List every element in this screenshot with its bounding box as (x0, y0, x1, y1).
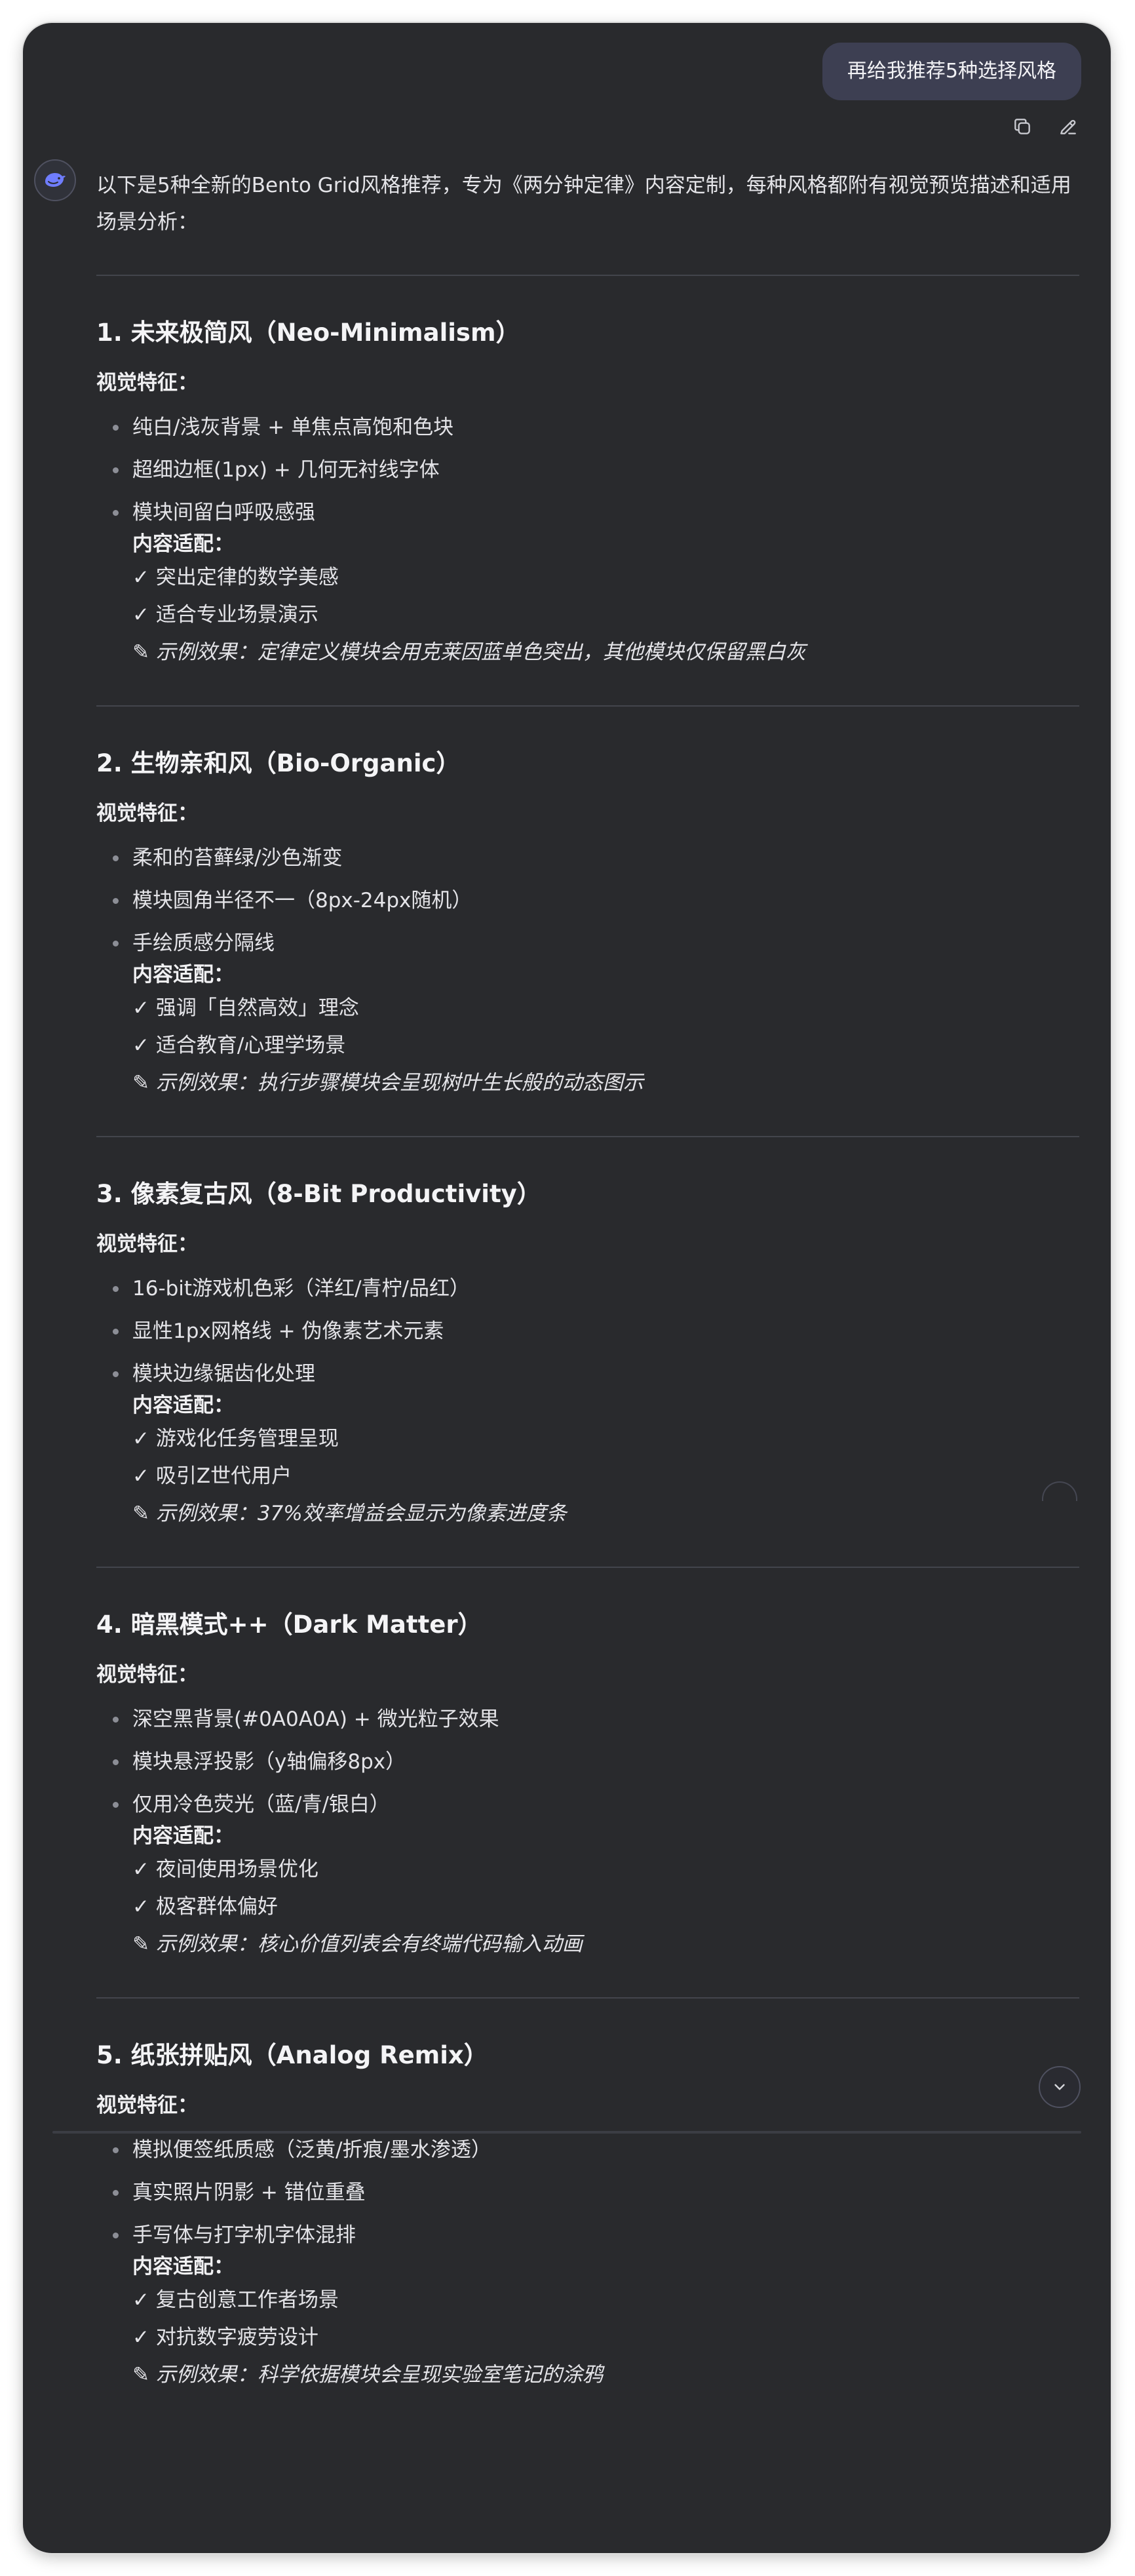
feature-list: 模拟便签纸质感（泛黄/折痕/墨水渗透） 真实照片阴影 + 错位重叠 手写体与打字机字… (96, 2135, 1079, 2250)
section-title: 1. 未来极简风（Neo-Minimalism） (96, 319, 520, 347)
section-title: 5. 纸张拼贴风（Analog Remix） (96, 2041, 488, 2069)
style-sections: 1. 未来极简风（Neo-Minimalism） 视觉特征： 纯白/浅灰背景 + 单… (96, 275, 1079, 2394)
feature-item: 模块圆角半径不一（8px-24px随机） (96, 886, 1079, 916)
feature-list: 深空黑背景(#0A0A0A) + 微光粒子效果 模块悬浮投影（y轴偏移8px） 仅用… (96, 1704, 1079, 1820)
scroll-down-button[interactable] (1039, 2066, 1081, 2108)
example-effect: ✎ 示例效果：科学依据模块会呈现实验室笔记的涂鸦 (132, 2363, 603, 2387)
style-section: 1. 未来极简风（Neo-Minimalism） 视觉特征： 纯白/浅灰背景 + 单… (96, 276, 1079, 671)
feature-item: 手写体与打字机字体混排 (96, 2220, 1079, 2250)
content-fit-item: ✓ 夜间使用场景优化 (132, 1858, 318, 1881)
content-fit-item: ✓ 复古创意工作者场景 (132, 2288, 339, 2312)
feature-item: 显性1px网格线 + 伪像素艺术元素 (96, 1316, 1079, 1346)
example-effect: ✎ 示例效果：核心价值列表会有终端代码输入动画 (132, 1932, 583, 1956)
message-actions (1009, 113, 1081, 140)
example-effect: ✎ 示例效果：37%效率增益会显示为像素进度条 (132, 1502, 567, 1525)
example-effect: ✎ 示例效果：执行步骤模块会呈现树叶生长般的动态图示 (132, 1071, 644, 1095)
edit-icon[interactable] (1055, 113, 1081, 140)
feature-list: 16-bit游戏机色彩（洋红/青柠/品红） 显性1px网格线 + 伪像素艺术元素模… (96, 1274, 1079, 1389)
content-fit-label: 内容适配： (132, 532, 234, 556)
feature-list: 柔和的苔藓绿/沙色渐变 模块圆角半径不一（8px-24px随机） 手绘质感分隔线 (96, 843, 1079, 958)
feature-list: 纯白/浅灰背景 + 单焦点高饱和色块 超细边框(1px) + 几何无衬线字体 模块间… (96, 412, 1079, 528)
assistant-avatar (34, 159, 76, 201)
content-fit-label: 内容适配： (132, 1824, 234, 1848)
content-fit-item: ✓ 突出定律的数学美感 (132, 566, 339, 589)
chat-window: 再给我推荐5种选择风格 以下是5种全新的Bento Grid风格推荐，专为《两分… (23, 23, 1111, 2553)
example-effect: ✎ 示例效果：定律定义模块会用克莱因蓝单色突出，其他模块仅保留黑白灰 (132, 640, 806, 664)
content-fit-item: ✓ 游戏化任务管理呈现 (132, 1427, 339, 1451)
assistant-response: 以下是5种全新的Bento Grid风格推荐，专为《两分钟定律》内容定制，每种风… (96, 167, 1079, 2394)
style-section: 5. 纸张拼贴风（Analog Remix） 视觉特征： 模拟便签纸质感（泛黄/折痕… (96, 1999, 1079, 2394)
section-title: 4. 暗黑模式++（Dark Matter） (96, 1610, 482, 1639)
copy-icon[interactable] (1009, 113, 1035, 140)
visual-features-label: 视觉特征： (96, 371, 198, 395)
feature-item: 模块边缘锯齿化处理 (96, 1359, 1079, 1389)
content-fit-item: ✓ 对抗数字疲劳设计 (132, 2326, 318, 2349)
content-fit-block: 内容适配： ✓ 复古创意工作者场景 ✓ 对抗数字疲劳设计 ✎ 示例效果：科学依据模块会… (96, 2252, 1079, 2394)
visual-features-label: 视觉特征： (96, 2094, 198, 2117)
feature-item: 纯白/浅灰背景 + 单焦点高饱和色块 (96, 412, 1079, 442)
content-fit-item: ✓ 吸引Z世代用户 (132, 1464, 292, 1488)
feature-item: 模块间留白呼吸感强 (96, 498, 1079, 528)
section-title: 3. 像素复古风（8-Bit Productivity） (96, 1180, 541, 1208)
content-fit-block: 内容适配： ✓ 游戏化任务管理呈现 ✓ 吸引Z世代用户 ✎ 示例效果：37%效率增益会… (96, 1390, 1079, 1532)
feature-item: 仅用冷色荧光（蓝/青/银白） (96, 1789, 1079, 1820)
feature-item: 模拟便签纸质感（泛黄/折痕/墨水渗透） (96, 2135, 1079, 2165)
section-title: 2. 生物亲和风（Bio-Organic） (96, 749, 461, 777)
content-fit-label: 内容适配： (132, 963, 234, 986)
visual-features-label: 视觉特征： (96, 1232, 198, 1256)
content-fit-item: ✓ 适合教育/心理学场景 (132, 1034, 346, 1057)
scroll-fade-edge (52, 2131, 1081, 2134)
style-section: 3. 像素复古风（8-Bit Productivity） 视觉特征： 16-bit游… (96, 1137, 1079, 1532)
feature-item: 超细边框(1px) + 几何无衬线字体 (96, 455, 1079, 485)
feature-item: 深空黑背景(#0A0A0A) + 微光粒子效果 (96, 1704, 1079, 1734)
visual-features-label: 视觉特征： (96, 1663, 198, 1687)
feature-item: 柔和的苔藓绿/沙色渐变 (96, 843, 1079, 873)
content-fit-label: 内容适配： (132, 2255, 234, 2278)
content-fit-block: 内容适配： ✓ 夜间使用场景优化 ✓ 极客群体偏好 ✎ 示例效果：核心价值列表会有终端… (96, 1821, 1079, 1963)
content-fit-item: ✓ 极客群体偏好 (132, 1895, 278, 1919)
content-fit-label: 内容适配： (132, 1394, 234, 1417)
style-section: 2. 生物亲和风（Bio-Organic） 视觉特征： 柔和的苔藓绿/沙色渐变 模块圆… (96, 707, 1079, 1102)
content-fit-item: ✓ 适合专业场景演示 (132, 603, 318, 627)
chevron-down-icon (1054, 2084, 1065, 2090)
feature-item: 手绘质感分隔线 (96, 928, 1079, 958)
feature-item: 真实照片阴影 + 错位重叠 (96, 2177, 1079, 2208)
feature-item: 模块悬浮投影（y轴偏移8px） (96, 1747, 1079, 1777)
content-fit-block: 内容适配： ✓ 强调「自然高效」理念 ✓ 适合教育/心理学场景 ✎ 示例效果：执行步骤… (96, 960, 1079, 1102)
user-message-bubble: 再给我推荐5种选择风格 (822, 43, 1081, 100)
feature-item: 16-bit游戏机色彩（洋红/青柠/品红） (96, 1274, 1079, 1304)
whale-logo-icon (45, 173, 66, 187)
intro-paragraph: 以下是5种全新的Bento Grid风格推荐，专为《两分钟定律》内容定制，每种风… (96, 174, 1071, 234)
content-fit-item: ✓ 强调「自然高效」理念 (132, 996, 359, 1020)
content-fit-block: 内容适配： ✓ 突出定律的数学美感 ✓ 适合专业场景演示 ✎ 示例效果：定律定义模块会… (96, 529, 1079, 671)
visual-features-label: 视觉特征： (96, 802, 198, 825)
style-section: 4. 暗黑模式++（Dark Matter） 视觉特征： 深空黑背景(#0A0A0A… (96, 1568, 1079, 1963)
